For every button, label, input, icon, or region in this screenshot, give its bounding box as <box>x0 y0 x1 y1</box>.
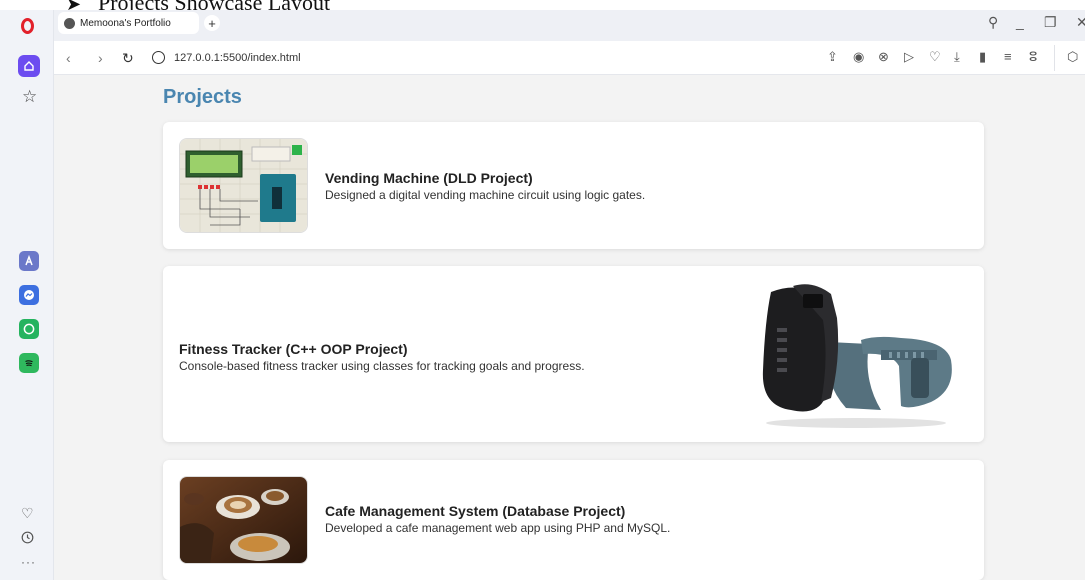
browser-sidebar: ☆ ♡ ··· <box>0 10 54 580</box>
cafe-image <box>179 476 308 564</box>
project-title: Cafe Management System (Database Project… <box>325 503 626 519</box>
tab-title: Memoona's Portfolio <box>80 17 171 29</box>
project-description: Console-based fitness tracker using clas… <box>179 359 585 373</box>
project-text: Vending Machine (DLD Project) Designed a… <box>325 170 645 202</box>
profile-icon[interactable]: ⵓ <box>1029 50 1037 64</box>
tab-strip: Memoona's Portfolio + ⚲ _ ❐ ✕ <box>54 10 1085 41</box>
page-content: Projects Vending Machine (DLD Project) D… <box>54 75 1085 580</box>
address-bar: ‹ › ↻ 127.0.0.1:5500/index.html ⇪ ◉ ⊗ ▷ … <box>54 41 1085 75</box>
site-info-icon[interactable] <box>152 51 165 64</box>
star-icon[interactable]: ☆ <box>22 88 37 105</box>
spotify-icon[interactable] <box>19 353 39 373</box>
messenger-icon[interactable] <box>19 285 39 305</box>
aria-icon[interactable] <box>19 251 39 271</box>
heart-icon[interactable]: ♡ <box>929 50 941 64</box>
camera-icon[interactable]: ◉ <box>853 50 864 64</box>
project-title: Fitness Tracker (C++ OOP Project) <box>179 341 408 357</box>
project-description: Developed a cafe management web app usin… <box>325 521 671 535</box>
toolbar-divider <box>1054 45 1055 71</box>
heart-icon[interactable]: ♡ <box>21 506 34 520</box>
battery-icon[interactable]: ▮ <box>979 50 986 64</box>
share-icon[interactable]: ⇪ <box>827 50 838 64</box>
new-tab-button[interactable]: + <box>204 15 220 31</box>
tab-portfolio[interactable]: Memoona's Portfolio <box>58 12 199 34</box>
project-description: Designed a digital vending machine circu… <box>325 188 646 202</box>
project-card: Fitness Tracker (C++ OOP Project) Consol… <box>163 266 984 442</box>
opera-logo-icon[interactable] <box>21 18 34 34</box>
section-title: Projects <box>163 86 242 108</box>
reload-icon[interactable]: ↻ <box>122 51 134 65</box>
play-icon[interactable]: ▷ <box>904 50 914 64</box>
project-title: Vending Machine (DLD Project) <box>325 170 533 186</box>
history-icon[interactable] <box>21 531 34 546</box>
home-icon[interactable] <box>18 55 40 77</box>
caption-text: Projects Showcase Layout <box>98 0 330 10</box>
project-card: Vending Machine (DLD Project) Designed a… <box>163 122 984 249</box>
whatsapp-icon[interactable] <box>19 319 39 339</box>
restore-icon[interactable]: ❐ <box>1044 15 1057 29</box>
arrow-bullet-icon: ➤ <box>66 0 82 10</box>
project-text: Cafe Management System (Database Project… <box>325 503 670 535</box>
close-icon[interactable]: ✕ <box>1076 15 1085 29</box>
fitness-tracker-image <box>751 280 961 430</box>
extensions-icon[interactable]: ⬡ <box>1067 50 1078 64</box>
search-icon[interactable]: ⚲ <box>988 15 998 29</box>
url-field[interactable]: 127.0.0.1:5500/index.html <box>174 52 301 64</box>
document-caption: ➤ Projects Showcase Layout <box>66 0 330 10</box>
vending-machine-image <box>179 138 308 233</box>
forward-icon[interactable]: › <box>98 51 103 65</box>
globe-favicon-icon <box>64 17 75 29</box>
project-text: Fitness Tracker (C++ OOP Project) Consol… <box>179 341 585 373</box>
shield-icon[interactable]: ⊗ <box>878 50 889 64</box>
download-icon[interactable]: ⤓ <box>954 50 960 64</box>
menu-icon[interactable]: ≡ <box>1004 50 1012 64</box>
project-card: Cafe Management System (Database Project… <box>163 460 984 580</box>
more-icon[interactable]: ··· <box>21 555 36 569</box>
minimize-icon[interactable]: _ <box>1016 15 1024 29</box>
back-icon[interactable]: ‹ <box>66 51 71 65</box>
